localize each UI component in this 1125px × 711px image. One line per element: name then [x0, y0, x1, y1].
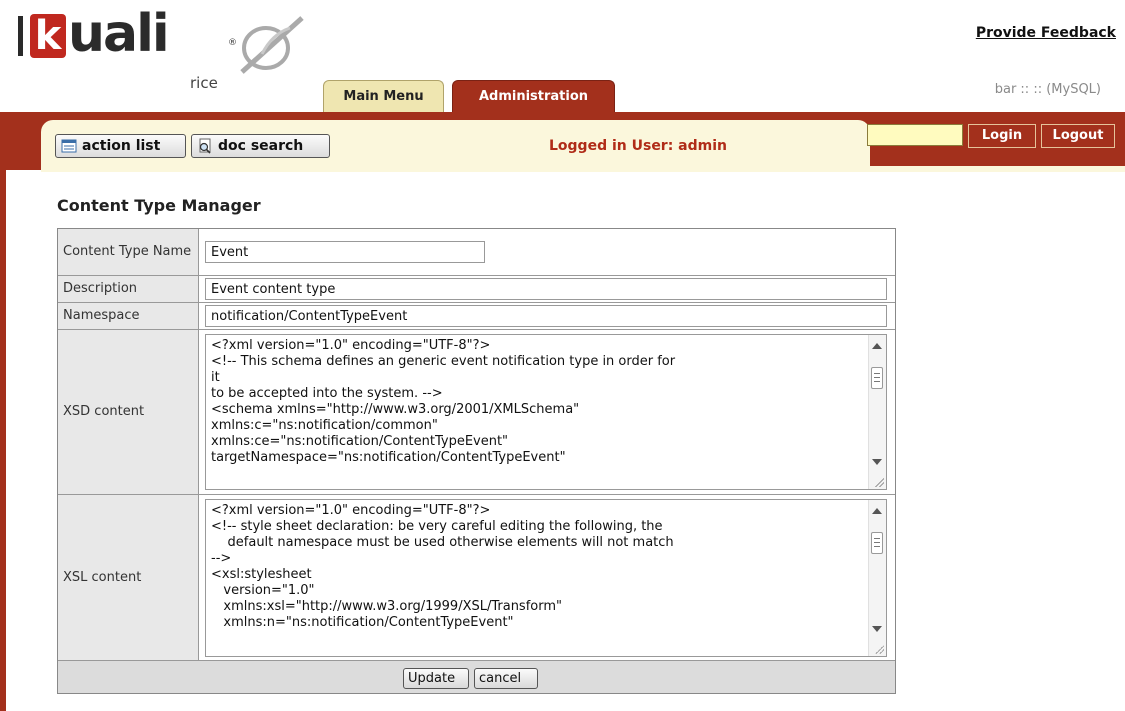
- row-xsd-content: XSD content <?xml version="1.0" encoding…: [58, 330, 895, 495]
- xsd-content-textarea[interactable]: <?xml version="1.0" encoding="UTF-8"?> <…: [205, 334, 887, 490]
- code-line: <!-- style sheet declaration: be very ca…: [211, 519, 663, 534]
- code-line: targetNamespace="ns:notification/Content…: [211, 450, 566, 465]
- kuali-rice-mark-icon: [240, 16, 304, 74]
- namespace-field[interactable]: [205, 305, 887, 327]
- logo-word: uali: [68, 4, 170, 64]
- code-line: it: [211, 370, 220, 385]
- xsl-scrollbar[interactable]: [868, 500, 886, 656]
- action-list-button[interactable]: action list: [55, 134, 186, 158]
- code-line: <?xml version="1.0" encoding="UTF-8"?>: [211, 503, 491, 518]
- row-namespace: Namespace: [58, 303, 895, 330]
- page-title: Content Type Manager: [57, 196, 261, 215]
- logged-in-user: Logged in User: admin: [549, 138, 728, 154]
- action-list-label: action list: [82, 138, 161, 154]
- xsd-content-text: <?xml version="1.0" encoding="UTF-8"?> <…: [211, 338, 866, 466]
- code-line: xmlns:xsl="http://www.w3.org/1999/XSL/Tr…: [211, 599, 562, 614]
- row-content-type-name: Content Type Name: [58, 229, 895, 276]
- code-line: version="1.0": [211, 583, 315, 598]
- row-description: Description: [58, 276, 895, 303]
- code-line: to be accepted into the system. -->: [211, 386, 443, 401]
- login-user-field[interactable]: [867, 124, 963, 146]
- code-line: xmlns:n="ns:notification/ContentTypeEven…: [211, 615, 514, 630]
- provide-feedback-link[interactable]: Provide Feedback: [976, 25, 1116, 41]
- cancel-button[interactable]: cancel: [474, 668, 538, 689]
- xsl-content-textarea[interactable]: <?xml version="1.0" encoding="UTF-8"?> <…: [205, 499, 887, 657]
- code-line: default namespace must be used otherwise…: [211, 535, 674, 550]
- scroll-down-arrow-icon[interactable]: [872, 626, 882, 632]
- resize-grip-icon[interactable]: [874, 644, 884, 654]
- environment-info: bar :: :: (MySQL): [994, 82, 1101, 97]
- form-actions: Update cancel: [58, 661, 895, 693]
- logo-letter: k: [30, 14, 66, 58]
- content-type-name-label: Content Type Name: [58, 229, 199, 275]
- xsl-content-label: XSL content: [58, 495, 199, 660]
- code-line: xmlns:ce="ns:notification/ContentTypeEve…: [211, 434, 509, 449]
- code-line: <!-- This schema defines an generic even…: [211, 354, 676, 369]
- code-line: <?xml version="1.0" encoding="UTF-8"?>: [211, 338, 491, 353]
- code-line: <schema xmlns="http://www.w3.org/2001/XM…: [211, 402, 580, 417]
- logo-subtitle: rice: [190, 74, 218, 92]
- tab-administration[interactable]: Administration: [452, 80, 615, 112]
- left-border: [0, 112, 6, 711]
- scroll-up-arrow-icon[interactable]: [872, 508, 882, 514]
- resize-grip-icon[interactable]: [874, 477, 884, 487]
- description-field[interactable]: [205, 278, 887, 300]
- code-line: <xsl:stylesheet: [211, 567, 312, 582]
- kuali-rice-logo[interactable]: k uali ® rice: [6, 0, 304, 112]
- doc-search-button[interactable]: doc search: [191, 134, 330, 158]
- xsd-scrollbar[interactable]: [868, 335, 886, 489]
- content-type-name-field[interactable]: [205, 241, 485, 263]
- xsd-content-label: XSD content: [58, 330, 199, 494]
- doc-search-icon: [199, 138, 211, 154]
- logo-bar: [18, 16, 23, 56]
- scroll-thumb[interactable]: [871, 532, 883, 554]
- code-line: -->: [211, 551, 232, 566]
- doc-search-label: doc search: [218, 138, 304, 154]
- namespace-label: Namespace: [58, 303, 199, 329]
- description-label: Description: [58, 276, 199, 302]
- update-button[interactable]: Update: [403, 668, 469, 689]
- content-type-form: Content Type Name Description Namespace …: [57, 228, 896, 694]
- tab-main-menu[interactable]: Main Menu: [323, 80, 444, 112]
- code-line: xmlns:c="ns:notification/common": [211, 418, 438, 433]
- scroll-down-arrow-icon[interactable]: [872, 459, 882, 465]
- toolbar-panel-bottom: [41, 166, 1125, 172]
- action-list-icon: [61, 139, 77, 153]
- app-header: k uali ® rice Main Menu Administration P…: [0, 0, 1125, 112]
- xsl-content-text: <?xml version="1.0" encoding="UTF-8"?> <…: [211, 503, 866, 631]
- scroll-up-arrow-icon[interactable]: [872, 343, 882, 349]
- scroll-thumb[interactable]: [871, 367, 883, 389]
- login-button[interactable]: Login: [968, 124, 1036, 148]
- row-xsl-content: XSL content <?xml version="1.0" encoding…: [58, 495, 895, 661]
- logout-button[interactable]: Logout: [1041, 124, 1115, 148]
